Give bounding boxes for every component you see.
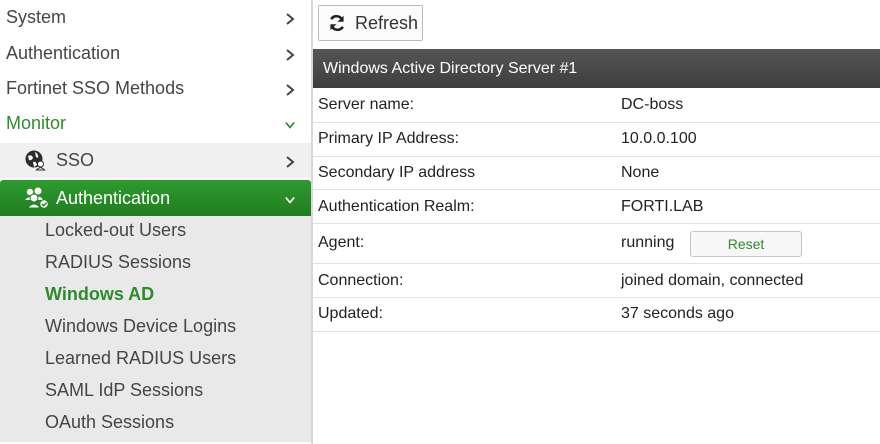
sidebar-item-label: System — [6, 6, 67, 27]
detail-value: FORTI.LAB — [621, 198, 704, 215]
refresh-button[interactable]: Refresh — [318, 5, 423, 41]
sidebar: System Authentication Fortinet SSO Metho… — [0, 0, 311, 444]
users-icon — [24, 186, 50, 210]
detail-row-secondary-ip: Secondary IP address None — [313, 157, 880, 190]
sidebar-item-fortinet-sso-methods[interactable]: Fortinet SSO Methods — [0, 71, 311, 105]
refresh-button-label: Refresh — [355, 12, 419, 33]
detail-value: None — [621, 164, 660, 181]
detail-value: joined domain, connected — [621, 272, 804, 289]
chevron-down-icon — [283, 118, 297, 132]
sidebar-item-label: Authentication — [56, 188, 171, 208]
detail-key: Agent: — [318, 234, 365, 251]
detail-key: Updated: — [318, 305, 383, 322]
detail-row-agent: Agent: running Reset — [313, 224, 880, 264]
sidebar-item-label: SSO — [56, 150, 95, 170]
submenu-item-oauth-sessions[interactable]: OAuth Sessions — [45, 412, 174, 433]
globe-user-icon — [24, 149, 46, 171]
sidebar-item-label: Fortinet SSO Methods — [6, 77, 185, 98]
submenu-item-locked-out-users[interactable]: Locked-out Users — [45, 220, 186, 241]
sidebar-item-label: Authentication — [6, 42, 121, 63]
sidebar-item-sso[interactable]: SSO — [0, 143, 311, 178]
detail-key: Connection: — [318, 272, 404, 289]
sidebar-item-monitor-authentication[interactable]: Authentication — [0, 180, 311, 217]
refresh-icon — [328, 14, 346, 32]
detail-key: Server name: — [318, 96, 415, 113]
chevron-right-icon — [283, 48, 297, 62]
submenu-item-windows-device-logins[interactable]: Windows Device Logins — [45, 316, 236, 337]
detail-value: DC-boss — [621, 96, 684, 113]
submenu-item-learned-radius-users[interactable]: Learned RADIUS Users — [45, 348, 236, 369]
detail-row-primary-ip: Primary IP Address: 10.0.0.100 — [313, 123, 880, 157]
submenu-item-saml-idp-sessions[interactable]: SAML IdP Sessions — [45, 380, 203, 401]
detail-value: 37 seconds ago — [621, 305, 734, 322]
detail-value: running — [621, 234, 675, 251]
detail-key: Authentication Realm: — [318, 198, 475, 215]
detail-row-updated: Updated: 37 seconds ago — [313, 298, 880, 332]
panel-title: Windows Active Directory Server #1 — [313, 49, 880, 88]
sidebar-item-system[interactable]: System — [0, 0, 311, 34]
chevron-right-icon — [283, 155, 297, 169]
detail-key: Primary IP Address: — [318, 130, 460, 147]
detail-value: 10.0.0.100 — [621, 130, 697, 147]
detail-key: Secondary IP address — [318, 164, 476, 181]
sidebar-item-authentication[interactable]: Authentication — [0, 36, 311, 70]
submenu-item-windows-ad[interactable]: Windows AD — [45, 284, 154, 305]
sidebar-item-monitor[interactable]: Monitor — [0, 106, 311, 140]
sidebar-item-label: Monitor — [6, 112, 67, 133]
main-content: Refresh Windows Active Directory Server … — [313, 0, 880, 444]
reset-button[interactable]: Reset — [690, 231, 802, 257]
submenu-item-radius-sessions[interactable]: RADIUS Sessions — [45, 252, 191, 273]
detail-row-authentication-realm: Authentication Realm: FORTI.LAB — [313, 190, 880, 224]
chevron-down-icon — [283, 193, 297, 207]
detail-row-server-name: Server name: DC-boss — [313, 89, 880, 123]
chevron-right-icon — [283, 83, 297, 97]
chevron-right-icon — [283, 12, 297, 26]
detail-row-connection: Connection: joined domain, connected — [313, 264, 880, 298]
authentication-submenu: Locked-out Users RADIUS Sessions Windows… — [0, 216, 311, 442]
